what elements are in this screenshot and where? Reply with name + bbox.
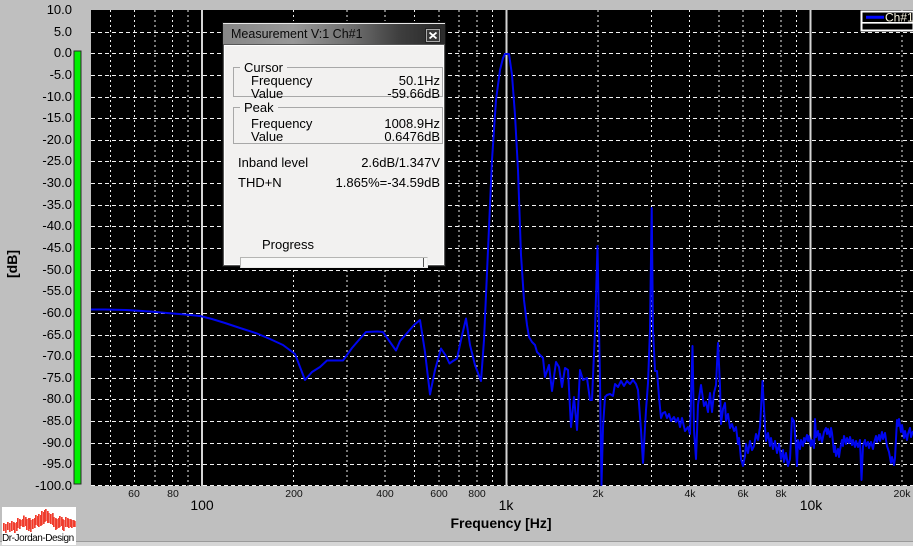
svg-text:Ch#1: Ch#1 [885, 11, 913, 25]
